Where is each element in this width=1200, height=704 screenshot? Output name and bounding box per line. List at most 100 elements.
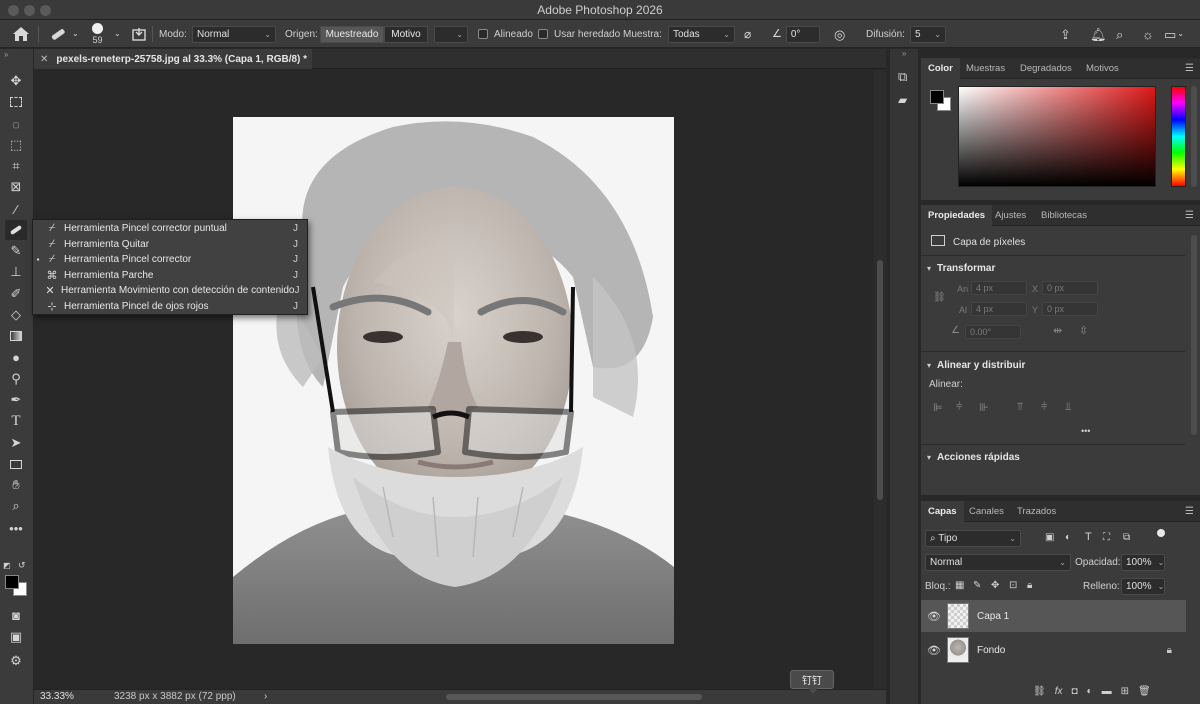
- collapse-panels-icon[interactable]: »: [902, 49, 906, 58]
- flyout-remove-tool[interactable]: ⌿ Herramienta Quitar J: [33, 237, 307, 253]
- pattern-picker[interactable]: ⌄: [434, 25, 468, 43]
- filter-adjustment-icon[interactable]: ◐: [1065, 532, 1071, 543]
- pressure-size-icon[interactable]: ◎: [834, 28, 845, 41]
- type-tool[interactable]: T: [5, 411, 27, 431]
- ignore-adjustment-layers-icon[interactable]: ⌀: [744, 28, 751, 40]
- crop-tool[interactable]: ⌗: [5, 156, 27, 176]
- vertical-scroll-thumb[interactable]: [877, 260, 883, 500]
- lock-pixels-icon[interactable]: ✎: [973, 580, 981, 591]
- frame-tool[interactable]: ⊠: [5, 177, 27, 197]
- flyout-content-aware-move[interactable]: ✕ Herramienta Movimiento con detección d…: [33, 283, 307, 299]
- object-selection-tool[interactable]: ⬚: [5, 135, 27, 155]
- brush-preset-picker[interactable]: 59: [92, 20, 103, 48]
- lasso-tool[interactable]: ◌: [5, 114, 27, 134]
- align-center-h-icon[interactable]: ⫩: [956, 401, 962, 414]
- panel-menu-icon[interactable]: ☰: [1185, 210, 1194, 221]
- discover-icon[interactable]: ☼: [1142, 28, 1154, 41]
- flyout-spot-healing-brush[interactable]: ⌿ Herramienta Pincel corrector puntual J: [33, 221, 307, 237]
- use-legacy-checkbox[interactable]: [538, 29, 548, 39]
- more-options-button[interactable]: •••: [1081, 426, 1090, 436]
- rotation-input[interactable]: 0.00°: [965, 325, 1021, 339]
- rectangle-tool[interactable]: [5, 454, 27, 474]
- swap-colors-icon[interactable]: ↺: [18, 560, 26, 571]
- color-panel-scrollbar[interactable]: [1191, 86, 1197, 187]
- screen-mode-button[interactable]: ▣: [5, 627, 27, 647]
- eye-icon[interactable]: 👁︎: [923, 644, 945, 657]
- comments-panel-icon[interactable]: ▰: [898, 93, 907, 107]
- tab-properties[interactable]: Propiedades: [921, 205, 993, 226]
- lock-artboard-icon[interactable]: ⊡: [1009, 580, 1017, 591]
- flip-vertical-icon[interactable]: ⇳: [1079, 324, 1088, 337]
- opacity-input[interactable]: 100% ⌄: [1121, 554, 1165, 571]
- dodge-tool[interactable]: ⚲: [5, 369, 27, 389]
- eye-icon[interactable]: 👁︎: [923, 610, 945, 623]
- tab-channels[interactable]: Canales: [962, 501, 1011, 522]
- collapse-toolbar-icon[interactable]: »: [4, 50, 8, 59]
- align-middle-v-icon[interactable]: ⫩: [1041, 401, 1047, 414]
- sample-select[interactable]: Todas ⌄: [668, 25, 735, 43]
- tab-libraries[interactable]: Bibliotecas: [1034, 205, 1094, 226]
- align-left-icon[interactable]: ⊫: [933, 401, 943, 414]
- transform-section-toggle[interactable]: ▾ Transformar: [927, 263, 995, 274]
- default-colors-icon[interactable]: ◩: [3, 561, 11, 570]
- quick-actions-section-toggle[interactable]: ▾ Acciones rápidas: [927, 452, 1020, 463]
- new-group-icon[interactable]: ▬: [1102, 686, 1112, 697]
- aligned-checkbox[interactable]: [478, 29, 488, 39]
- tab-adjustments[interactable]: Ajustes: [988, 205, 1033, 226]
- workspace-icon[interactable]: ▭: [1164, 28, 1176, 41]
- new-layer-icon[interactable]: ⊞: [1121, 686, 1129, 697]
- tab-paths[interactable]: Trazados: [1010, 501, 1063, 522]
- fill-input[interactable]: 100% ⌄: [1121, 578, 1165, 595]
- new-adjustment-icon[interactable]: ◐: [1087, 686, 1093, 697]
- flyout-patch-tool[interactable]: ⌘ Herramienta Parche J: [33, 268, 307, 284]
- share-icon[interactable]: ⇪: [1060, 28, 1071, 41]
- search-icon[interactable]: ⌕: [1116, 28, 1123, 41]
- canvas-vertical-scrollbar[interactable]: [874, 70, 886, 689]
- generative-button[interactable]: ⚙: [5, 651, 27, 671]
- marquee-tool[interactable]: [5, 92, 27, 112]
- move-tool[interactable]: ✥: [5, 71, 27, 91]
- pen-tool[interactable]: ✒: [5, 390, 27, 410]
- horizontal-scroll-thumb[interactable]: [446, 694, 702, 700]
- mode-select[interactable]: Normal ⌄: [192, 25, 276, 43]
- filter-toggle-icon[interactable]: [1157, 529, 1165, 537]
- add-mask-icon[interactable]: ◘: [1071, 686, 1077, 697]
- tab-swatches[interactable]: Muestras: [959, 58, 1012, 79]
- origin-sampled-button[interactable]: Muestreado: [320, 25, 384, 43]
- fx-icon[interactable]: fx: [1055, 686, 1063, 697]
- y-input[interactable]: 0 px: [1042, 302, 1098, 316]
- lock-transparent-icon[interactable]: ▦: [955, 580, 964, 591]
- edit-toolbar-button[interactable]: •••: [5, 518, 27, 538]
- chevron-down-icon[interactable]: ⌄: [114, 30, 121, 38]
- panel-menu-icon[interactable]: ☰: [1185, 506, 1194, 517]
- history-panel-icon[interactable]: ⧉: [898, 69, 907, 85]
- foreground-color-swatch[interactable]: [5, 575, 19, 589]
- document-image[interactable]: [233, 117, 674, 644]
- lock-all-icon[interactable]: 🔒︎: [1027, 580, 1032, 591]
- filter-type-icon[interactable]: T: [1085, 531, 1092, 543]
- flyout-red-eye-tool[interactable]: ⊹ Herramienta Pincel de ojos rojos J: [33, 299, 307, 315]
- clone-stamp-tool[interactable]: ⊥: [5, 262, 27, 282]
- zoom-tool[interactable]: ⌕: [5, 496, 27, 516]
- filter-smart-object-icon[interactable]: ⧉: [1123, 532, 1130, 543]
- bell-icon[interactable]: 🔔︎: [1090, 28, 1107, 41]
- history-brush-tool[interactable]: ✐: [5, 284, 27, 304]
- link-layers-icon[interactable]: ⛓: [1033, 686, 1046, 697]
- width-input[interactable]: 4 px: [971, 281, 1027, 295]
- link-icon[interactable]: ⛓: [933, 292, 946, 303]
- color-field[interactable]: [958, 86, 1156, 187]
- layer-row-capa-1[interactable]: 👁︎ Capa 1: [921, 600, 1186, 632]
- zoom-level[interactable]: 33.33%: [40, 691, 74, 702]
- path-selection-tool[interactable]: ➤: [5, 433, 27, 453]
- height-input[interactable]: 4 px: [971, 302, 1027, 316]
- tab-patterns[interactable]: Motivos: [1079, 58, 1126, 79]
- align-right-icon[interactable]: ⊪: [979, 401, 989, 414]
- diffusion-select[interactable]: 5 ⌄: [910, 25, 946, 43]
- brush-tool[interactable]: ✎: [5, 241, 27, 261]
- chevron-right-icon[interactable]: ›: [264, 691, 267, 702]
- x-input[interactable]: 0 px: [1042, 281, 1098, 295]
- lock-icon[interactable]: 🔒︎: [1167, 645, 1172, 656]
- align-bottom-icon[interactable]: ⫫: [1065, 401, 1071, 414]
- angle-input[interactable]: 0°: [785, 25, 820, 43]
- healing-brush-tool[interactable]: [5, 220, 27, 240]
